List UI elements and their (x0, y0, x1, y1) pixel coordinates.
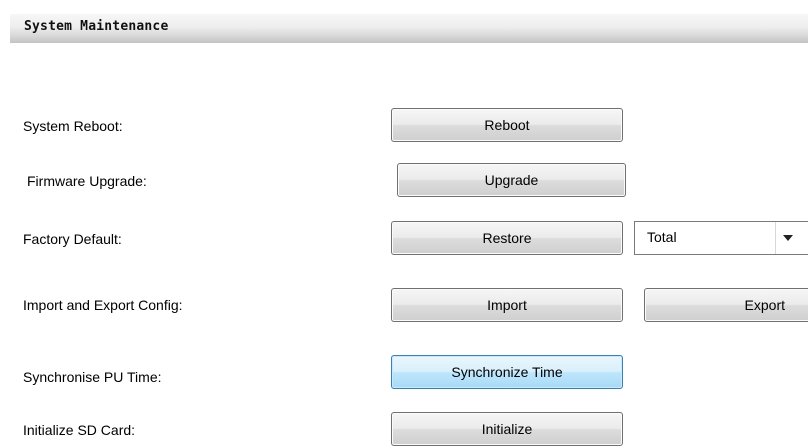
factory-default-label: Factory Default: (23, 231, 122, 247)
firmware-upgrade-label: Firmware Upgrade: (27, 173, 147, 189)
page-title: System Maintenance (24, 19, 169, 34)
initialize-button[interactable]: Initialize (391, 412, 623, 446)
initialize-sd-card-label: Initialize SD Card: (23, 422, 136, 438)
import-button[interactable]: Import (391, 288, 623, 322)
restore-scope-value: Total (647, 229, 677, 245)
upgrade-button[interactable]: Upgrade (397, 163, 626, 197)
section-header: System Maintenance (10, 14, 808, 43)
restore-button[interactable]: Restore (391, 221, 623, 255)
reboot-button[interactable]: Reboot (391, 108, 623, 142)
reboot-label: System Reboot: (23, 118, 123, 134)
synchronize-time-button[interactable]: Synchronize Time (391, 355, 623, 389)
import-export-config-label: Import and Export Config: (23, 297, 183, 313)
chevron-down-icon[interactable] (775, 222, 799, 254)
restore-scope-select[interactable]: Total (634, 221, 808, 255)
sync-time-label: Synchronise PU Time: (23, 369, 162, 385)
export-button[interactable]: Export (644, 288, 808, 322)
